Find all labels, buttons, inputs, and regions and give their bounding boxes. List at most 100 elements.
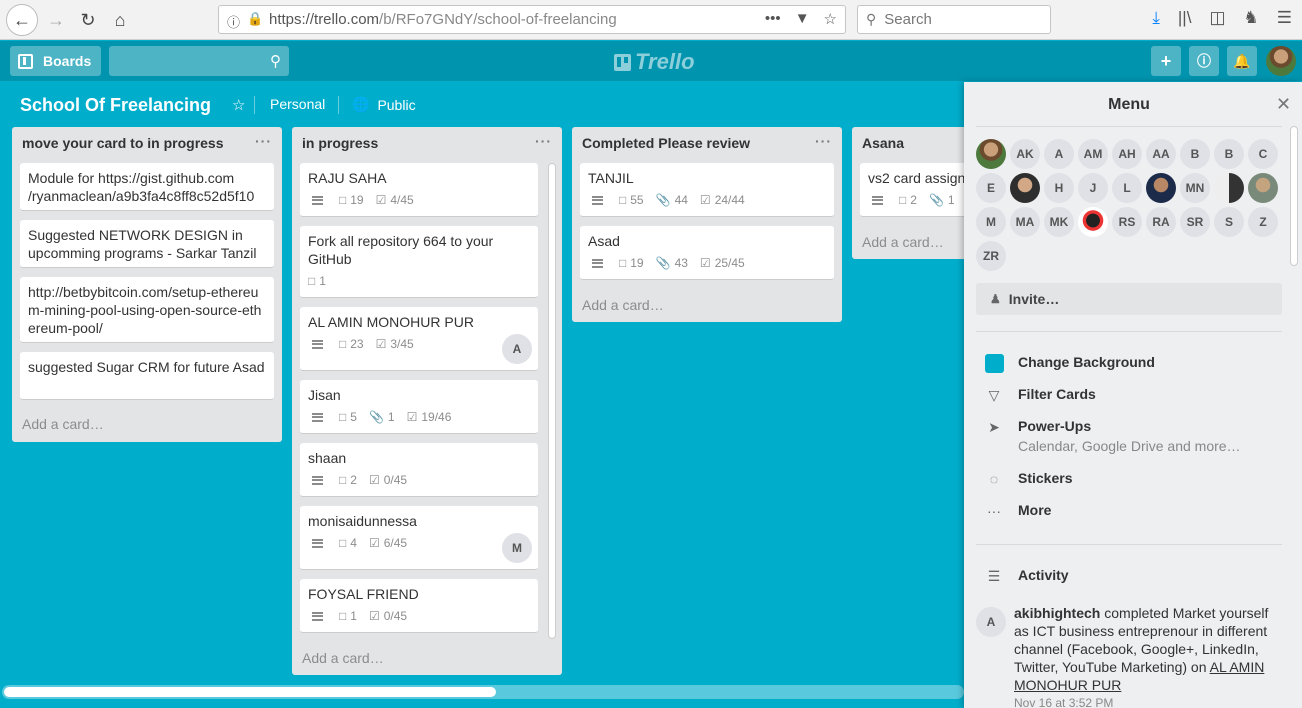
bookmark-star-icon[interactable]: ☆: [824, 10, 837, 28]
card[interactable]: Fork all repository 664 to your GitHub □…: [300, 226, 538, 298]
close-icon[interactable]: ✕: [1276, 94, 1291, 115]
member-avatar[interactable]: [1146, 173, 1176, 203]
reload-button[interactable]: ↻: [72, 4, 104, 36]
menu-scrollbar[interactable]: [1290, 126, 1298, 266]
member-avatar[interactable]: AH: [1112, 139, 1142, 169]
member-avatar[interactable]: S: [1214, 207, 1244, 237]
member-avatar[interactable]: RS: [1112, 207, 1142, 237]
card[interactable]: RAJU SAHA □ 19 ☑ 4/45: [300, 163, 538, 217]
member-avatar[interactable]: C: [1248, 139, 1278, 169]
member-avatar[interactable]: B: [1180, 139, 1210, 169]
change-background-item[interactable]: Change Background: [984, 353, 1155, 373]
member-avatar[interactable]: E: [976, 173, 1006, 203]
add-card-button[interactable]: Add a card…: [582, 297, 664, 313]
add-card-button[interactable]: Add a card…: [862, 234, 944, 250]
activity-user[interactable]: akibhightech: [1014, 605, 1100, 621]
member-avatar[interactable]: MA: [1010, 207, 1040, 237]
star-icon[interactable]: ☆: [232, 96, 245, 114]
header-search-input[interactable]: ⚲: [109, 46, 289, 76]
list-menu-icon[interactable]: ···: [535, 133, 552, 149]
member-avatar[interactable]: [1078, 207, 1108, 237]
card[interactable]: vs2 card assign □ 2 📎 1: [860, 163, 964, 217]
activity-avatar[interactable]: A: [976, 607, 1006, 637]
checklist-badge: ☑ 3/45: [375, 337, 414, 351]
member-avatar[interactable]: [1214, 173, 1244, 203]
notifications-bell-icon[interactable]: 🔔: [1227, 46, 1257, 76]
list-title[interactable]: in progress ···: [292, 127, 562, 159]
info-icon[interactable]: ⓘ: [1189, 46, 1219, 76]
trello-logo[interactable]: Trello: [614, 49, 695, 75]
member-avatar[interactable]: [976, 139, 1006, 169]
card[interactable]: TANJIL □ 55 📎 44 ☑ 24/44: [580, 163, 834, 217]
more-item[interactable]: ··· More: [984, 502, 1051, 520]
list-menu-icon[interactable]: ···: [255, 133, 272, 149]
list-title[interactable]: Completed Please review ···: [572, 127, 842, 159]
forward-button[interactable]: →: [40, 4, 72, 36]
board-title[interactable]: School Of Freelancing: [20, 95, 211, 116]
library-icon[interactable]: ||\: [1178, 8, 1192, 28]
board-horizontal-scrollbar[interactable]: [2, 685, 964, 699]
boards-button[interactable]: Boards: [10, 46, 101, 76]
sidebar-icon[interactable]: ◫: [1209, 8, 1225, 28]
user-avatar[interactable]: [1266, 46, 1296, 76]
list-title[interactable]: Asana: [852, 127, 964, 159]
list-menu-icon[interactable]: ···: [815, 133, 832, 149]
add-card-button[interactable]: Add a card…: [302, 650, 384, 666]
member-avatar[interactable]: J: [1078, 173, 1108, 203]
member-avatar[interactable]: Z: [1248, 207, 1278, 237]
member-avatar[interactable]: AK: [1010, 139, 1040, 169]
card[interactable]: http://betbybitcoin.com/setup-ethereum-m…: [20, 277, 274, 343]
stickers-item[interactable]: ◌ Stickers: [984, 470, 1073, 488]
hamburger-menu-icon[interactable]: ☰: [1277, 8, 1292, 28]
member-avatar[interactable]: [1248, 173, 1278, 203]
comment-icon: □: [339, 193, 347, 207]
member-avatar[interactable]: M: [976, 207, 1006, 237]
member-avatar[interactable]: H: [1044, 173, 1074, 203]
extension-icon[interactable]: ♞: [1244, 8, 1259, 28]
url-bar[interactable]: ⓘ 🔒 https://trello.com/b/RFo7GNdY/school…: [218, 5, 846, 34]
member-avatar[interactable]: ZR: [976, 241, 1006, 271]
member-avatar[interactable]: RA: [1146, 207, 1176, 237]
member-avatar[interactable]: A: [1044, 139, 1074, 169]
add-card-button[interactable]: Add a card…: [22, 416, 104, 432]
download-icon[interactable]: ⤓: [1152, 8, 1160, 28]
power-ups-item[interactable]: ➤ Power-Ups Calendar, Google Drive and m…: [984, 418, 1240, 454]
member-avatar[interactable]: [1010, 173, 1040, 203]
member-avatar[interactable]: MK: [1044, 207, 1074, 237]
card[interactable]: AL AMIN MONOHUR PUR □ 23 ☑ 3/45 A: [300, 307, 538, 371]
card-member-avatar[interactable]: M: [502, 533, 532, 563]
card[interactable]: Asad □ 19 📎 43 ☑ 25/45: [580, 226, 834, 280]
card[interactable]: suggested Sugar CRM for future Asad: [20, 352, 274, 400]
browser-search[interactable]: ⚲: [857, 5, 1051, 34]
card-member-avatar[interactable]: A: [502, 334, 532, 364]
member-avatar[interactable]: AA: [1146, 139, 1176, 169]
home-button[interactable]: ⌂: [104, 4, 136, 36]
list-scrollbar[interactable]: [548, 163, 556, 639]
member-avatar[interactable]: L: [1112, 173, 1142, 203]
list-title[interactable]: move your card to in progress ···: [12, 127, 282, 159]
member-avatar[interactable]: B: [1214, 139, 1244, 169]
member-avatar[interactable]: AM: [1078, 139, 1108, 169]
card[interactable]: shaan □ 2 ☑ 0/45: [300, 443, 538, 497]
member-avatar[interactable]: MN: [1180, 173, 1210, 203]
visibility-button[interactable]: 🌐 Public: [352, 96, 416, 113]
card[interactable]: FOYSAL FRIEND □ 1 ☑ 0/45: [300, 579, 538, 633]
member-avatar[interactable]: SR: [1180, 207, 1210, 237]
card[interactable]: Suggested NETWORK DESIGN in upcomming pr…: [20, 220, 274, 268]
card[interactable]: Module for https://gist.github.com /ryan…: [20, 163, 274, 211]
filter-cards-item[interactable]: ▽ Filter Cards: [984, 386, 1096, 404]
card[interactable]: monisaidunnessa □ 4 ☑ 6/45 M: [300, 506, 538, 570]
card[interactable]: Jisan □ 5 📎 1 ☑ 19/46: [300, 380, 538, 434]
back-button[interactable]: ←: [6, 4, 38, 36]
browser-search-input[interactable]: [884, 11, 1035, 28]
team-visibility-button[interactable]: Personal: [270, 96, 325, 112]
add-button[interactable]: +: [1151, 46, 1181, 76]
info-icon[interactable]: ⓘ: [227, 12, 240, 31]
divider: [976, 331, 1282, 332]
page-actions-icon[interactable]: •••: [765, 10, 781, 28]
scrollbar-thumb[interactable]: [4, 687, 496, 697]
activity-timestamp[interactable]: Nov 16 at 3:52 PM: [1014, 696, 1113, 708]
pocket-icon[interactable]: ▼: [795, 10, 810, 28]
search-icon[interactable]: ⚲: [270, 52, 281, 70]
invite-button[interactable]: ♟ Invite…: [976, 283, 1282, 315]
